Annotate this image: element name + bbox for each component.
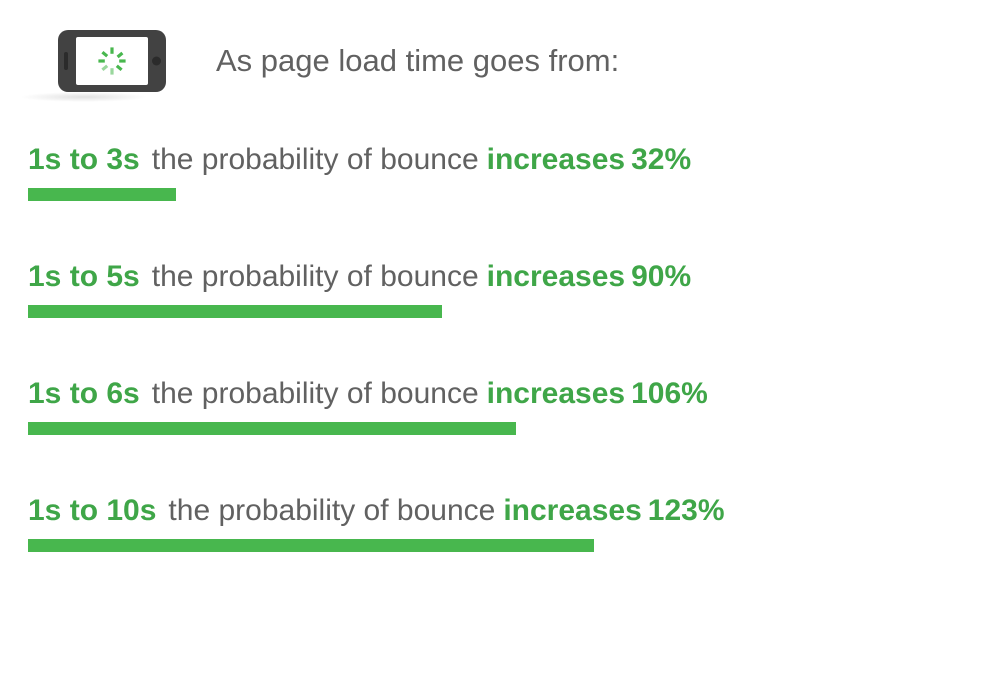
bar <box>28 422 516 435</box>
row-mid-text: the probability of bounce <box>152 376 479 412</box>
phone-screen <box>76 37 148 85</box>
rows-container: 1s to 3s the probability of bounce incre… <box>28 142 972 552</box>
increase-pct: 106% <box>631 376 708 412</box>
time-range: 1s to 6s <box>28 376 140 412</box>
increase-label: increases <box>503 493 641 529</box>
increase-pct: 32% <box>631 142 691 178</box>
row-mid-text: the probability of bounce <box>152 142 479 178</box>
row-mid-text: the probability of bounce <box>152 259 479 295</box>
phone-speaker <box>64 52 68 70</box>
page-title: As page load time goes from: <box>216 43 619 79</box>
header: As page load time goes from: <box>58 30 972 92</box>
row-text: 1s to 3s the probability of bounce incre… <box>28 142 972 178</box>
loading-spinner-icon <box>96 45 128 77</box>
time-range: 1s to 5s <box>28 259 140 295</box>
increase-label: increases <box>487 259 625 295</box>
data-row: 1s to 5s the probability of bounce incre… <box>28 259 972 318</box>
row-text: 1s to 5s the probability of bounce incre… <box>28 259 972 295</box>
row-mid-text: the probability of bounce <box>168 493 495 529</box>
bar <box>28 188 176 201</box>
bar <box>28 305 442 318</box>
phone-home-button <box>152 57 161 66</box>
data-row: 1s to 10s the probability of bounce incr… <box>28 493 972 552</box>
increase-label: increases <box>487 142 625 178</box>
bar <box>28 539 594 552</box>
time-range: 1s to 10s <box>28 493 156 529</box>
row-text: 1s to 6s the probability of bounce incre… <box>28 376 972 412</box>
data-row: 1s to 3s the probability of bounce incre… <box>28 142 972 201</box>
phone-shadow <box>20 92 148 102</box>
increase-pct: 90% <box>631 259 691 295</box>
infographic-page: As page load time goes from: 1s to 3s th… <box>0 0 1000 698</box>
row-text: 1s to 10s the probability of bounce incr… <box>28 493 972 529</box>
data-row: 1s to 6s the probability of bounce incre… <box>28 376 972 435</box>
phone-icon <box>58 30 166 92</box>
time-range: 1s to 3s <box>28 142 140 178</box>
increase-pct: 123% <box>648 493 725 529</box>
increase-label: increases <box>487 376 625 412</box>
